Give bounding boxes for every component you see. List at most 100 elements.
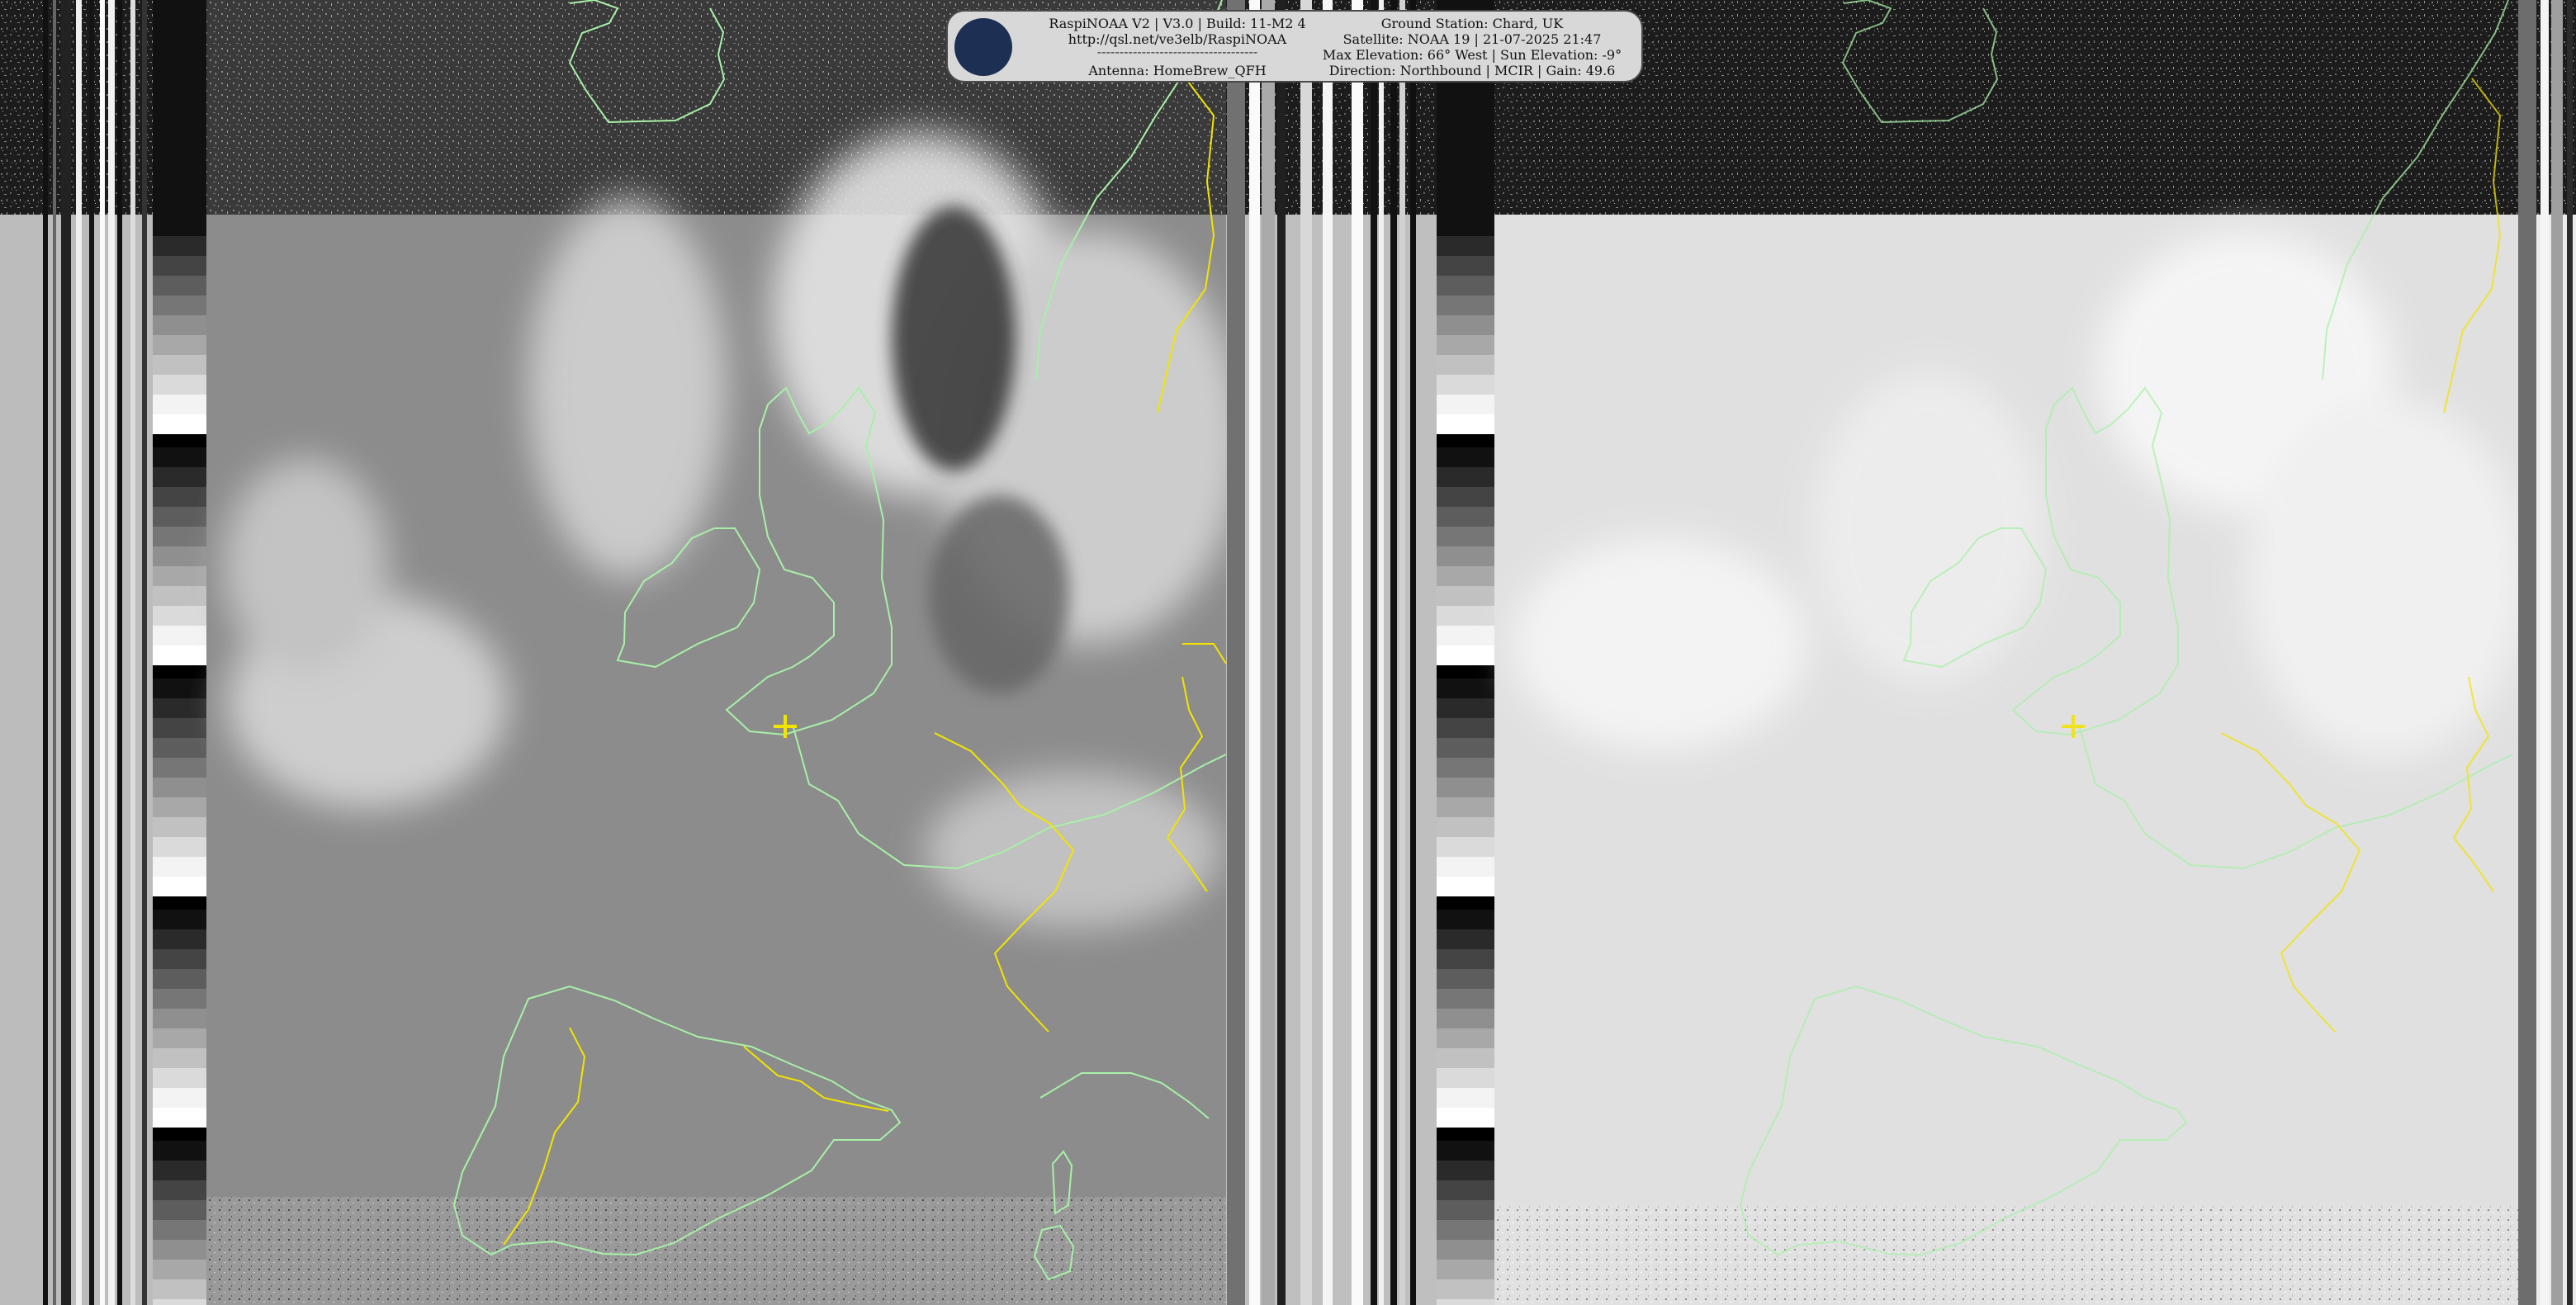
satellite-image-svg <box>0 0 2576 1305</box>
left-calibration-step <box>153 817 206 837</box>
left-calibration-step <box>153 1028 206 1048</box>
right-calibration-gap <box>1437 896 1494 910</box>
right-calibration-step <box>1437 718 1494 738</box>
right-calibration-step <box>1437 857 1494 877</box>
right-calibration-step <box>1437 1279 1494 1299</box>
left-calibration-step <box>153 1240 206 1260</box>
right-calibration-step <box>1437 1260 1494 1279</box>
right-calibration-step <box>1437 546 1494 566</box>
left-calibration-step <box>153 467 206 487</box>
left-calibration-step <box>153 1161 206 1180</box>
left-telemetry-strip <box>0 0 153 1305</box>
left-calibration-step <box>153 216 206 236</box>
right-calibration-step <box>1437 447 1494 467</box>
left-calibration-step <box>153 507 206 527</box>
right-calibration-step <box>1437 837 1494 857</box>
right-calibration-step <box>1437 1220 1494 1240</box>
right-calibration-step <box>1437 1240 1494 1260</box>
left-calibration-gap <box>153 1128 206 1141</box>
left-calibration-step <box>153 1009 206 1028</box>
right-calibration-step <box>1437 375 1494 395</box>
right-telemetry-strip <box>2518 0 2576 1305</box>
left-calibration-step <box>153 256 206 276</box>
right-calibration-step <box>1437 679 1494 698</box>
right-calibration-step <box>1437 1088 1494 1108</box>
right-calibration-step <box>1437 1180 1494 1200</box>
right-calibration-step <box>1437 910 1494 929</box>
satellite-icon <box>954 18 1012 76</box>
separator-text: ------------------------------------ <box>1096 47 1258 59</box>
right-calibration-step <box>1437 236 1494 256</box>
right-calibration-step <box>1437 414 1494 434</box>
left-calibration-step <box>153 857 206 877</box>
left-calibration-step <box>153 1068 206 1088</box>
right-calibration-step <box>1437 315 1494 335</box>
right-calibration-step <box>1437 1161 1494 1180</box>
left-mcir-panel <box>206 0 1243 1305</box>
right-calibration-step <box>1437 395 1494 414</box>
right-calibration-step <box>1437 1009 1494 1028</box>
left-calibration-step <box>153 1088 206 1108</box>
right-calibration-step <box>1437 1048 1494 1068</box>
left-calibration-step <box>153 296 206 315</box>
left-calibration-step <box>153 698 206 718</box>
project-url-text: http://qsl.net/ve3elb/RaspiNOAA <box>1068 31 1287 47</box>
center-telemetry-strip <box>1226 0 1437 1305</box>
left-calibration-step <box>153 929 206 949</box>
right-calibration-gap <box>1437 1128 1494 1141</box>
pass-info-panel: RaspiNOAA V2 | V3.0 | Build: 11-M2 4 htt… <box>946 10 1643 83</box>
software-version-text: RaspiNOAA V2 | V3.0 | Build: 11-M2 4 <box>1049 16 1306 31</box>
left-calibration-step <box>153 1200 206 1220</box>
left-calibration-step <box>153 1260 206 1279</box>
right-calibration-step <box>1437 758 1494 778</box>
left-calibration-step <box>153 1299 206 1305</box>
direction-text: Direction: Northbound | MCIR | Gain: 49.… <box>1328 63 1616 78</box>
left-calibration-step <box>153 335 206 355</box>
left-calibration-step <box>153 758 206 778</box>
right-calibration-step <box>1437 276 1494 296</box>
right-calibration-step <box>1437 929 1494 949</box>
right-calibration-step <box>1437 507 1494 527</box>
left-calibration-step <box>153 645 206 665</box>
right-calibration-step <box>1437 989 1494 1009</box>
right-calibration-step <box>1437 797 1494 817</box>
right-calibration-step <box>1437 949 1494 969</box>
right-calibration-step <box>1437 626 1494 645</box>
right-calibration-gap <box>1437 434 1494 447</box>
right-calibration-step <box>1437 335 1494 355</box>
right-calibration-step <box>1437 527 1494 546</box>
right-calibration-step <box>1437 256 1494 276</box>
satellite-text: Satellite: NOAA 19 | 21-07-2025 21:47 <box>1342 31 1602 47</box>
ground-station-text: Ground Station: Chard, UK <box>1380 16 1564 31</box>
right-calibration-step <box>1437 487 1494 507</box>
right-calibration-step <box>1437 698 1494 718</box>
info-left-column: RaspiNOAA V2 | V3.0 | Build: 11-M2 4 htt… <box>1020 16 1334 78</box>
left-calibration-step <box>153 487 206 507</box>
right-calibration-step <box>1437 738 1494 758</box>
left-calibration-step <box>153 447 206 467</box>
left-calibration-step <box>153 395 206 414</box>
left-calibration-step <box>153 679 206 698</box>
left-calibration-step <box>153 1141 206 1161</box>
right-calibration-step <box>1437 566 1494 586</box>
left-calibration-step <box>153 718 206 738</box>
left-calibration-step <box>153 797 206 817</box>
info-right-column: Ground Station: Chard, UK Satellite: NOA… <box>1311 16 1633 78</box>
right-calibration-step <box>1437 778 1494 797</box>
left-calibration-gap <box>153 434 206 447</box>
right-calibration-step <box>1437 1028 1494 1048</box>
right-calibration-step <box>1437 467 1494 487</box>
right-calibration-step <box>1437 355 1494 375</box>
right-calibration-step <box>1437 216 1494 236</box>
left-calibration-step <box>153 606 206 626</box>
left-calibration-step <box>153 738 206 758</box>
left-calibration-step <box>153 315 206 335</box>
noaa-image-scene: RaspiNOAA V2 | V3.0 | Build: 11-M2 4 htt… <box>0 0 2576 1305</box>
elevation-text: Max Elevation: 66° West | Sun Elevation:… <box>1322 47 1622 63</box>
left-calibration-step <box>153 375 206 395</box>
left-calibration-step <box>153 626 206 645</box>
left-calibration-wedge <box>153 216 206 1305</box>
left-calibration-step <box>153 969 206 989</box>
left-calibration-step <box>153 910 206 929</box>
right-calibration-step <box>1437 969 1494 989</box>
